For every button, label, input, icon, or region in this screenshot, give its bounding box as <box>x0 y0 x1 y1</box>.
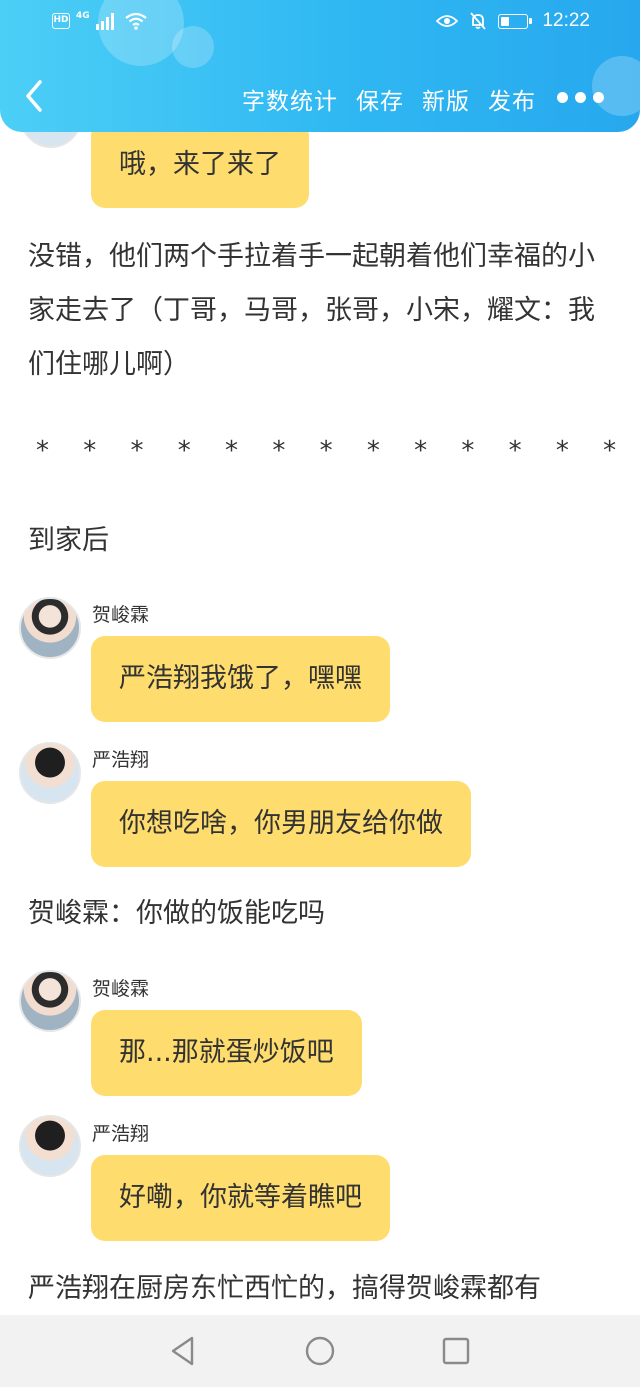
chat-bubble: 好嘞，你就等着瞧吧 <box>91 1155 390 1241</box>
system-nav-bar <box>0 1315 640 1387</box>
scene-separator: * * * * * * * * * * * * * * * * * * * * <box>36 436 640 466</box>
hd-badge: HD <box>52 13 70 29</box>
triangle-back-icon[interactable] <box>168 1335 198 1367</box>
wifi-icon <box>124 12 147 30</box>
avatar-he-junlin[interactable] <box>19 597 81 659</box>
save-button[interactable]: 保存 <box>356 82 404 116</box>
eye-icon <box>436 15 459 27</box>
avatar-he-junlin[interactable] <box>19 970 81 1032</box>
word-count-button[interactable]: 字数统计 <box>242 82 338 116</box>
story-paragraph: 严浩翔在厨房东忙西忙的，搞得贺峻霖都有 <box>28 1273 541 1304</box>
battery-icon <box>498 13 533 29</box>
toolbar: 字数统计 保存 新版 发布 <box>0 62 640 132</box>
circle-home-icon[interactable] <box>304 1335 336 1367</box>
clock: 12:22 <box>542 10 590 31</box>
app-header: HD 4G 12:22 字数统计 保存 新版 发布 <box>0 0 640 132</box>
status-bar: HD 4G 12:22 <box>0 0 640 48</box>
back-button[interactable] <box>18 76 54 116</box>
mute-notification-icon <box>470 12 487 30</box>
chat-bubble: 你想吃啥，你男朋友给你做 <box>91 781 471 867</box>
new-version-button[interactable]: 新版 <box>422 82 470 116</box>
chat-bubble: 严浩翔我饿了，嘿嘿 <box>91 636 390 722</box>
network-type: 4G <box>76 11 90 21</box>
chat-bubble: 那...那就蛋炒饭吧 <box>91 1010 362 1096</box>
sender-name: 贺峻霖 <box>92 604 150 626</box>
chat-bubble: 哦，来了来了 <box>91 122 309 208</box>
story-paragraph: 到家后 <box>28 525 109 556</box>
sender-name: 严浩翔 <box>92 1123 150 1145</box>
avatar-yan-haoxiang[interactable] <box>19 1115 81 1177</box>
avatar-yan-haoxiang[interactable] <box>19 742 81 804</box>
story-paragraph: 贺峻霖：你做的饭能吃吗 <box>28 898 325 929</box>
more-dots-icon[interactable] <box>557 92 604 103</box>
publish-button[interactable]: 发布 <box>488 82 536 116</box>
square-recents-icon[interactable] <box>441 1335 471 1367</box>
story-paragraph: 没错，他们两个手拉着手一起朝着他们幸福的小家走去了（丁哥，马哥，张哥，小宋，耀文… <box>28 241 595 380</box>
chevron-left-icon <box>26 80 42 112</box>
story-content: 哦，来了来了 没错，他们两个手拉着手一起朝着他们幸福的小家走去了（丁哥，马哥，张… <box>0 0 640 1315</box>
sender-name: 严浩翔 <box>92 749 150 771</box>
signal-icon <box>95 13 114 30</box>
sender-name: 贺峻霖 <box>92 978 150 1000</box>
